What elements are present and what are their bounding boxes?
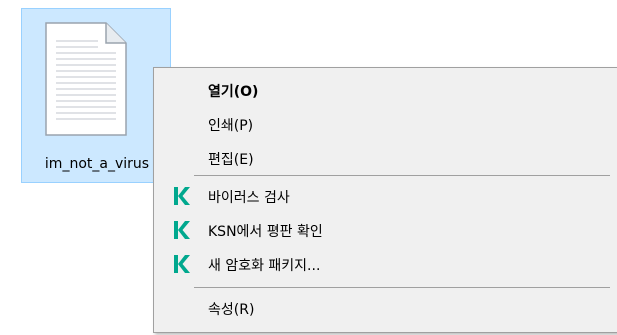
desktop: im_not_a_virus 열기(O) 인쇄(P) 편집(E) 바이러스 검사…	[0, 0, 617, 335]
menu-item-open-label: 열기(O)	[208, 84, 259, 100]
menu-item-virus-scan[interactable]: 바이러스 검사	[156, 180, 612, 212]
menu-separator	[194, 175, 610, 176]
menu-item-properties[interactable]: 속성(R)	[156, 292, 612, 324]
kaspersky-k-icon	[174, 255, 190, 273]
file-item[interactable]: im_not_a_virus	[21, 8, 171, 183]
menu-item-new-encrypted-package-label: 새 암호화 패키지...	[208, 258, 321, 274]
menu-separator	[194, 287, 610, 288]
menu-item-print[interactable]: 인쇄(P)	[156, 108, 612, 140]
document-icon	[45, 22, 127, 136]
menu-item-open[interactable]: 열기(O)	[156, 74, 612, 106]
menu-item-print-label: 인쇄(P)	[208, 118, 254, 134]
menu-item-edit[interactable]: 편집(E)	[156, 142, 612, 174]
menu-item-virus-scan-label: 바이러스 검사	[208, 190, 290, 206]
menu-item-ksn-reputation[interactable]: KSN에서 평판 확인	[156, 214, 612, 246]
kaspersky-k-icon	[174, 221, 190, 239]
menu-item-edit-label: 편집(E)	[208, 152, 254, 168]
menu-item-new-encrypted-package[interactable]: 새 암호화 패키지...	[156, 248, 612, 280]
file-name-label: im_not_a_virus	[44, 156, 150, 172]
menu-item-properties-label: 속성(R)	[208, 302, 255, 318]
menu-item-ksn-reputation-label: KSN에서 평판 확인	[208, 224, 323, 240]
kaspersky-k-icon	[174, 187, 190, 205]
context-menu: 열기(O) 인쇄(P) 편집(E) 바이러스 검사 KSN에서 평판 확인 새 …	[153, 67, 617, 333]
